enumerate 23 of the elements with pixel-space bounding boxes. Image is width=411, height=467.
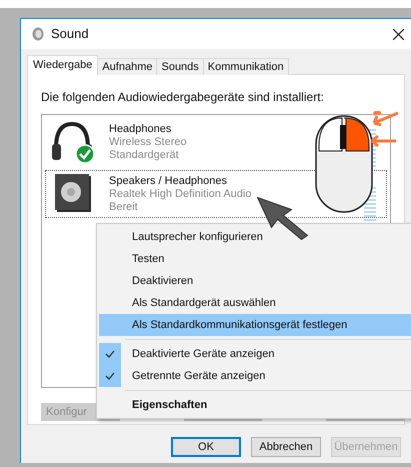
menu-item[interactable]: Deaktivieren xyxy=(99,270,411,292)
close-icon[interactable] xyxy=(393,29,404,40)
menu-item[interactable]: Lautsprecher konfigurieren xyxy=(99,226,411,248)
tab[interactable]: Aufnahme xyxy=(97,58,158,75)
tab[interactable]: Sounds xyxy=(156,58,204,75)
device-description: Wireless Stereo xyxy=(109,136,187,148)
device-name: Speakers / Headphones xyxy=(109,174,228,188)
description-text: Die folgenden Audiowiedergabegeräte sind installiert: xyxy=(41,89,325,106)
window-title: Sound xyxy=(51,25,89,44)
menu-item[interactable]: Als Standardgerät auswählen xyxy=(99,292,411,314)
device-name: Headphones xyxy=(109,122,172,136)
device-item[interactable]: Headphones Wireless Stereo Standardgerät xyxy=(45,118,387,166)
tab[interactable]: Kommunikation xyxy=(202,58,289,75)
dialog-button[interactable]: Abbrechen xyxy=(251,437,321,457)
menu-item[interactable]: Als Standardkommunikationsgerät festlegen xyxy=(99,314,411,336)
menu-item[interactable]: Deaktivierte Geräte anzeigen xyxy=(99,343,411,365)
device-status: Standardgerät xyxy=(109,148,180,162)
device-description: Realtek High Definition Audio xyxy=(109,188,252,200)
dialog-button[interactable]: OK xyxy=(171,437,241,457)
tab[interactable]: Wiedergabe xyxy=(27,55,98,75)
device-status: Bereit xyxy=(109,200,139,214)
menu-item[interactable]: Getrennte Geräte anzeigen xyxy=(99,365,411,387)
menu-item[interactable]: Testen xyxy=(99,248,411,270)
